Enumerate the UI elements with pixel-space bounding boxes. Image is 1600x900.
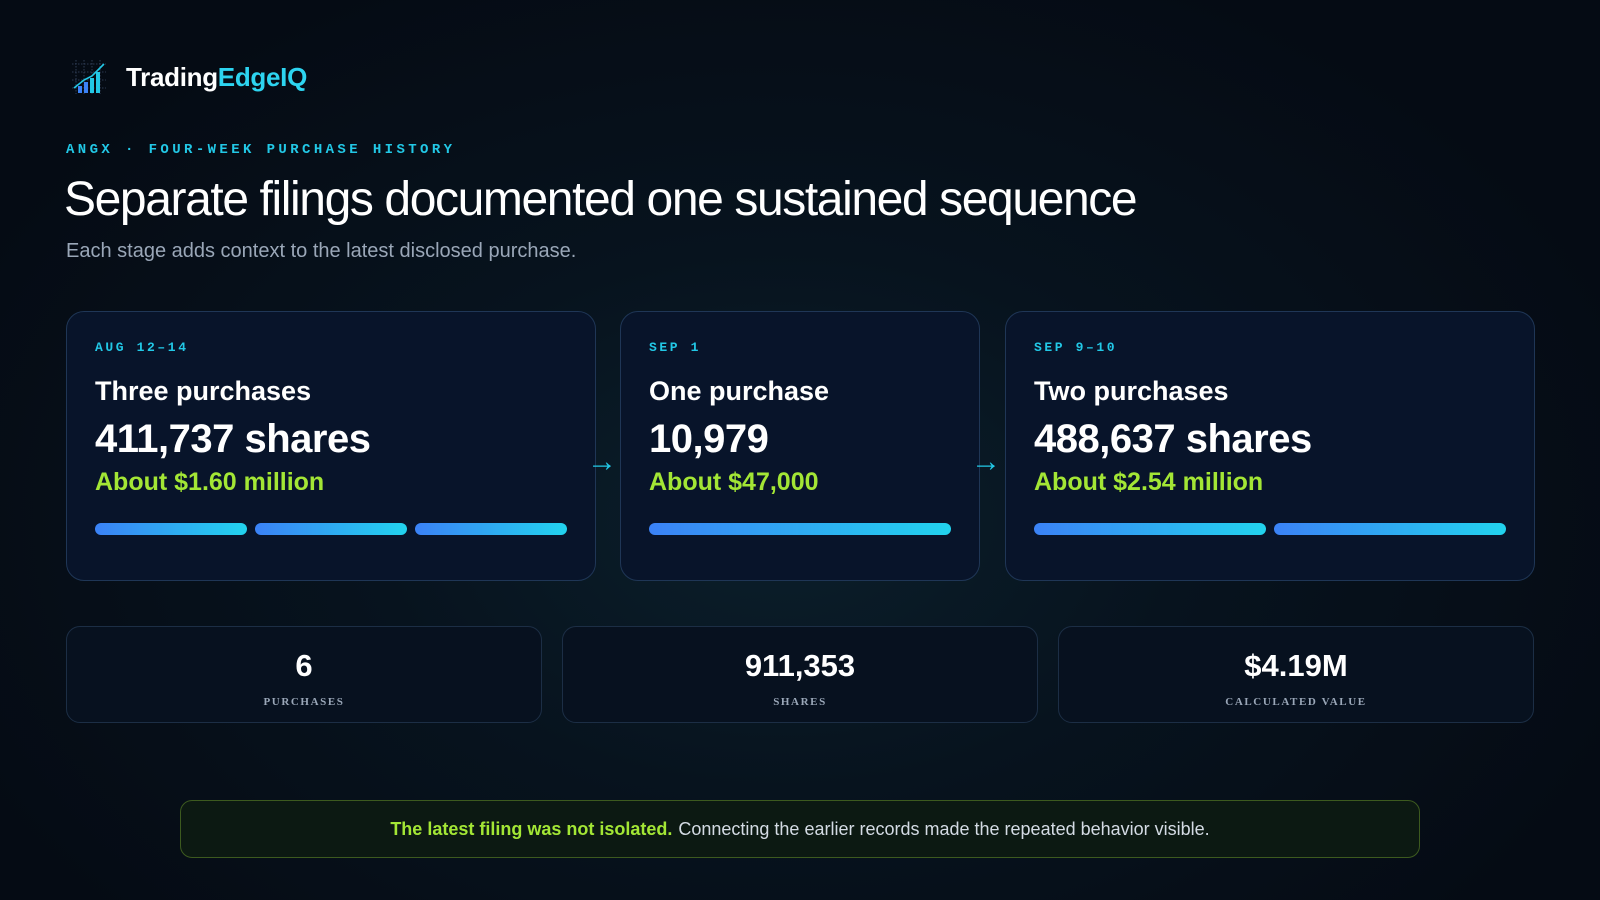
- purchase-bars: [649, 523, 951, 535]
- stage-value: About $2.54 million: [1034, 468, 1264, 496]
- stage-value: About $47,000: [649, 468, 819, 496]
- stage-shares: 411,737 shares: [95, 417, 371, 461]
- stat-calculated-value: $4.19M CALCULATED VALUE: [1058, 626, 1534, 723]
- stage-shares: 10,979: [649, 417, 769, 461]
- purchase-bar: [255, 523, 407, 535]
- arrow-right-icon: →: [971, 445, 1001, 478]
- brand-name: TradingEdgeIQ: [126, 62, 307, 93]
- insight-callout: The latest filing was not isolated. Conn…: [180, 800, 1420, 858]
- purchase-bar: [649, 523, 951, 535]
- page-title: Separate filings documented one sustaine…: [64, 173, 1138, 226]
- stage-card-sep9: SEP 9–10 Two purchases 488,637 shares Ab…: [1005, 311, 1535, 581]
- stat-label: SHARES: [773, 696, 827, 708]
- stat-value: 911,353: [744, 648, 856, 683]
- stage-shares: 488,637 shares: [1034, 417, 1312, 461]
- purchase-bars: [95, 523, 567, 535]
- brand-name-part1: Trading: [126, 61, 218, 92]
- stat-value: 6: [295, 648, 313, 683]
- bar-chart-grid-icon: [72, 60, 106, 94]
- purchase-bar: [1034, 523, 1266, 535]
- purchase-bar: [95, 523, 247, 535]
- purchase-bar: [1274, 523, 1506, 535]
- stage-card-sep1: SEP 1 One purchase 10,979 About $47,000: [620, 311, 980, 581]
- stat-value: $4.19M: [1244, 648, 1348, 683]
- callout-emphasis: The latest filing was not isolated.: [390, 818, 673, 839]
- purchase-bar: [415, 523, 567, 535]
- brand-name-part2: EdgeIQ: [217, 61, 308, 92]
- arrow-right-icon: →: [587, 445, 617, 478]
- stage-date: AUG 12–14: [95, 340, 189, 355]
- stage-title: Three purchases: [95, 376, 312, 406]
- brand: TradingEdgeIQ: [70, 58, 307, 96]
- stage-title: One purchase: [649, 376, 830, 406]
- stat-shares: 911,353 SHARES: [562, 626, 1038, 723]
- page-subtitle: Each stage adds context to the latest di…: [66, 240, 577, 262]
- eyebrow: ANGX · FOUR-WEEK PURCHASE HISTORY: [66, 142, 456, 158]
- stat-purchases: 6 PURCHASES: [66, 626, 542, 723]
- stat-label: CALCULATED VALUE: [1225, 696, 1367, 708]
- stage-title: Two purchases: [1034, 376, 1229, 406]
- stage-date: SEP 9–10: [1034, 340, 1118, 355]
- callout-text: Connecting the earlier records made the …: [678, 818, 1210, 839]
- stat-label: PURCHASES: [263, 696, 345, 708]
- stage-value: About $1.60 million: [95, 468, 325, 496]
- stage-date: SEP 1: [649, 340, 702, 355]
- purchase-bars: [1034, 523, 1506, 535]
- stage-card-aug: AUG 12–14 Three purchases 411,737 shares…: [66, 311, 596, 581]
